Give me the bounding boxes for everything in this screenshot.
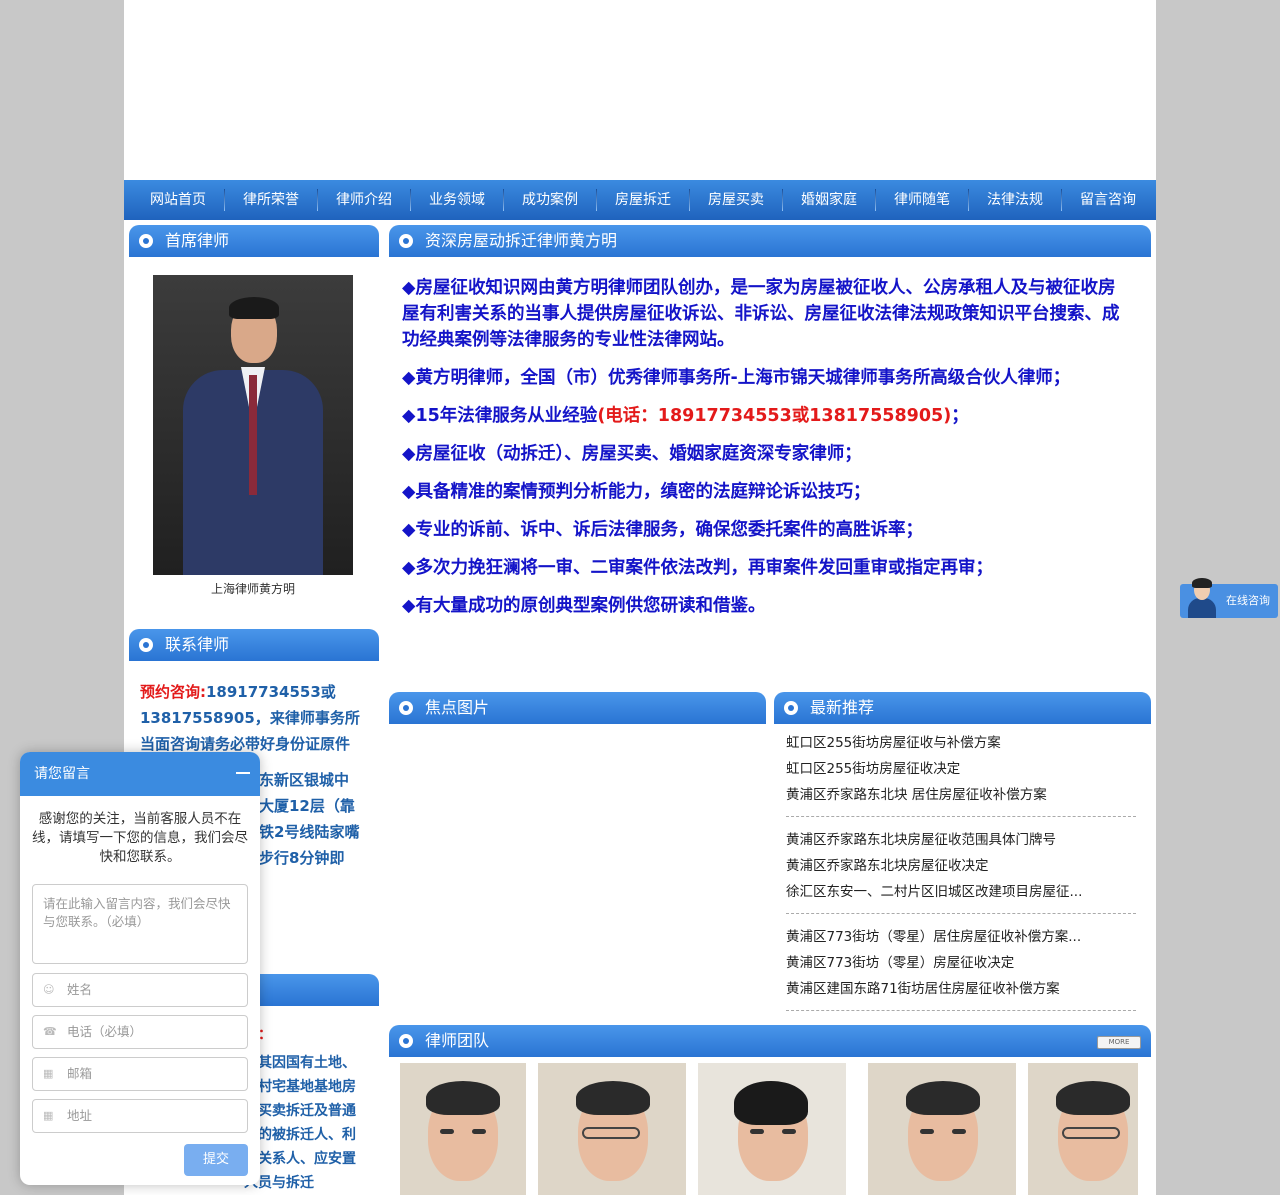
lawyer-team-gallery [400,1063,1138,1195]
chief-lawyer-header: 首席律师 [129,225,379,257]
nav-marriage-family[interactable]: 婚姻家庭 [783,180,875,220]
latest-news-list: 虹口区255街坊房屋征收与补偿方案 虹口区255街坊房屋征收决定 黄浦区乔家路东… [786,730,1136,1021]
lawyer-photo-caption: 上海律师黄方明 [210,582,295,596]
nav-house-trade[interactable]: 房屋买卖 [690,180,782,220]
grid-icon: ▦ [43,1067,54,1080]
name-field[interactable]: ☺ 姓名 [32,973,248,1007]
phone-field[interactable]: ☎ 电话（必填） [32,1015,248,1049]
intro-para-3: ◆15年法律服务从业经验(电话：18917734553或13817558905)… [402,406,969,426]
nav-practice-areas[interactable]: 业务领域 [411,180,503,220]
bullet-icon [399,1034,413,1048]
focus-images-header: 焦点图片 [389,692,766,724]
bullet-icon [139,638,153,652]
page-container: 网站首页 律所荣誉 律师介绍 业务领域 成功案例 房屋拆迁 房屋买卖 婚姻家庭 … [124,0,1156,1195]
team-member-photo[interactable] [400,1063,526,1195]
news-link[interactable]: 黄浦区773街坊（零星）居住房屋征收补偿方案... [786,924,1136,950]
contact-lawyer-title: 联系律师 [165,635,230,654]
submit-button[interactable]: 提交 [184,1144,248,1176]
minimize-icon[interactable] [236,772,250,774]
intro-para-5: ◆具备精准的案情预判分析能力，缜密的法庭辩论诉讼技巧； [402,482,871,502]
online-consult-label: 在线咨询 [1226,594,1270,607]
news-group: 虹口区255街坊房屋征收与补偿方案 虹口区255街坊房屋征收决定 黄浦区乔家路东… [786,730,1136,817]
nav-honors[interactable]: 律所荣誉 [225,180,317,220]
nav-success-cases[interactable]: 成功案例 [504,180,596,220]
agent-avatar-icon [1184,578,1220,618]
nav-home[interactable]: 网站首页 [132,180,224,220]
news-link[interactable]: 黄浦区乔家路东北块房屋征收范围具体门牌号 [786,827,1136,853]
email-field[interactable]: ▦ 邮箱 [32,1057,248,1091]
main-intro-header: 资深房屋动拆迁律师黄方明 [389,225,1151,257]
main-nav: 网站首页 律所荣誉 律师介绍 业务领域 成功案例 房屋拆迁 房屋买卖 婚姻家庭 … [124,180,1156,220]
news-link[interactable]: 虹口区255街坊房屋征收决定 [786,756,1136,782]
intro-para-8: ◆有大量成功的原创典型案例供您研读和借鉴。 [402,596,766,616]
leave-message-widget: 请您留言 感谢您的关注，当前客服人员不在线，请填写一下您的信息，我们会尽快和您联… [20,752,260,1185]
chief-lawyer-title: 首席律师 [165,231,230,250]
chat-offline-message: 感谢您的关注，当前客服人员不在线，请填写一下您的信息，我们会尽快和您联系。 [32,811,248,865]
name-placeholder: 姓名 [67,982,93,997]
intro-para-4: ◆房屋征收（动拆迁）、房屋买卖、婚姻家庭资深专家律师； [402,444,862,464]
header-banner [124,0,1156,180]
news-link[interactable]: 黄浦区乔家路东北块 居住房屋征收补偿方案 [786,782,1136,808]
latest-news-header: 最新推荐 [774,692,1151,724]
news-link[interactable]: 黄浦区乔家路东北块房屋征收决定 [786,853,1136,879]
nav-message[interactable]: 留言咨询 [1062,180,1154,220]
news-link[interactable]: 虹口区255街坊房屋征收与补偿方案 [786,730,1136,756]
nav-lawyer-intro[interactable]: 律师介绍 [318,180,410,220]
news-link[interactable]: 黄浦区建国东路71街坊居住房屋征收补偿方案 [786,976,1136,1002]
intro-phone: (电话：18917734553或13817558905) [597,406,952,426]
chat-title: 请您留言 [34,766,90,782]
grid-icon: ▦ [43,1109,54,1122]
team-member-photo[interactable] [698,1063,846,1195]
latest-news-title: 最新推荐 [810,698,875,717]
contact-label: 预约咨询: [140,683,206,701]
team-member-photo[interactable] [1028,1063,1138,1195]
lawyer-intro-text: ◆房屋征收知识网由黄方明律师团队创办，是一家为房屋被征收人、公房承租人及与被征收… [402,275,1132,631]
nav-demolition[interactable]: 房屋拆迁 [597,180,689,220]
lawyer-photo[interactable] [153,275,353,575]
intro-para-2: ◆黄方明律师，全国（市）优秀律师事务所-上海市锦天城律师事务所高级合伙人律师； [402,368,1071,388]
focus-images-title: 焦点图片 [425,698,490,717]
chat-header: 请您留言 [20,752,260,796]
address-placeholder: 地址 [67,1108,93,1123]
intro-para-7: ◆多次力挽狂澜将一审、二审案件依法改判，再审案件发回重审或指定再审； [402,558,993,578]
news-group: 黄浦区乔家路东北块房屋征收范围具体门牌号 黄浦区乔家路东北块房屋征收决定 徐汇区… [786,827,1136,914]
intro-para-6: ◆专业的诉前、诉中、诉后法律服务，确保您委托案件的高胜诉率； [402,520,923,540]
contact-lawyer-header: 联系律师 [129,629,379,661]
address-field[interactable]: ▦ 地址 [32,1099,248,1133]
team-member-photo[interactable] [868,1063,1016,1195]
main-intro-title: 资深房屋动拆迁律师黄方明 [425,231,618,250]
nav-lawyer-notes[interactable]: 律师随笔 [876,180,968,220]
bullet-icon [139,234,153,248]
more-button[interactable]: MORE [1097,1036,1141,1049]
bullet-icon [399,701,413,715]
phone-placeholder: 电话（必填） [67,1024,143,1039]
nav-laws[interactable]: 法律法规 [969,180,1061,220]
news-link[interactable]: 黄浦区773街坊（零星）房屋征收决定 [786,950,1136,976]
message-textarea[interactable]: 请在此输入留言内容，我们会尽快与您联系。（必填） [32,884,248,964]
bullet-icon [784,701,798,715]
news-group: 黄浦区773街坊（零星）居住房屋征收补偿方案... 黄浦区773街坊（零星）房屋… [786,924,1136,1011]
bullet-icon [399,234,413,248]
lawyer-team-header: 律师团队 MORE [389,1025,1151,1057]
online-consult-button[interactable]: 在线咨询 [1180,578,1278,618]
team-member-photo[interactable] [538,1063,686,1195]
intro-para-1: ◆房屋征收知识网由黄方明律师团队创办，是一家为房屋被征收人、公房承租人及与被征收… [402,278,1120,350]
lawyer-team-title: 律师团队 [425,1031,490,1050]
phone-icon: ☎ [43,1025,57,1038]
user-icon: ☺ [43,983,55,996]
email-placeholder: 邮箱 [67,1066,93,1081]
news-link[interactable]: 徐汇区东安一、二村片区旧城区改建项目房屋征... [786,879,1136,905]
